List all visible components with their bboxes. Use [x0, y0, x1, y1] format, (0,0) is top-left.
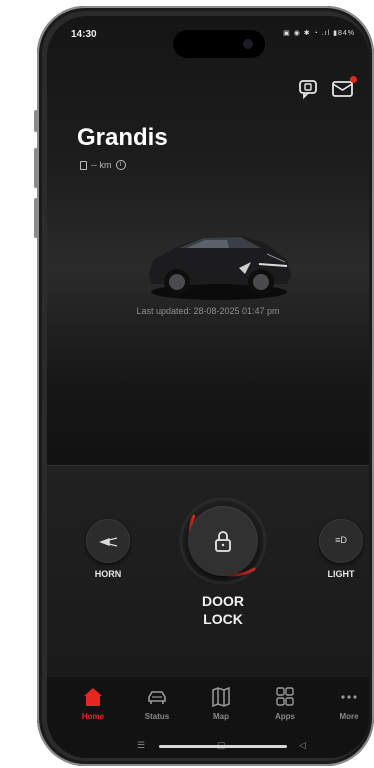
back-icon[interactable]: ◁: [299, 740, 306, 751]
action-button: [34, 110, 38, 132]
volume-down-button: [34, 198, 38, 238]
range-row: -- km i: [80, 160, 126, 170]
car-icon: [148, 691, 166, 704]
headlight-icon: ≡D: [335, 535, 347, 545]
nav-item-home[interactable]: Home: [65, 687, 121, 721]
home-icon: [84, 688, 102, 706]
bottom-nav: Home Status Map Apps More: [47, 677, 369, 737]
dynamic-island: [173, 30, 265, 58]
mail-icon[interactable]: [331, 76, 357, 100]
grid-icon: [276, 687, 294, 706]
nav-item-status[interactable]: Status: [129, 687, 185, 721]
nav-label-home: Home: [81, 712, 105, 721]
light-label: LIGHT: [327, 569, 355, 579]
nav-item-map[interactable]: Map: [193, 687, 249, 721]
lock-button-face: [188, 506, 258, 576]
volume-up-button: [34, 148, 38, 188]
nav-label-apps: Apps: [275, 712, 295, 721]
nav-label-more: More: [339, 712, 359, 721]
info-icon[interactable]: i: [115, 160, 126, 170]
range-value: -- km: [91, 160, 112, 170]
nav-item-apps[interactable]: Apps: [257, 687, 313, 721]
door-lock-label-line1: DOOR: [202, 593, 244, 609]
door-lock-button[interactable]: [178, 496, 268, 586]
nav-item-more[interactable]: More: [321, 687, 369, 721]
nav-label-status: Status: [144, 712, 170, 721]
vehicle-name: Grandis: [77, 124, 168, 151]
door-lock-label-line2: LOCK: [203, 611, 243, 627]
recents-icon[interactable]: ☰: [137, 740, 145, 751]
system-navigation: ☰ ▢ ◁: [47, 737, 369, 758]
horn-button[interactable]: [86, 519, 130, 563]
fuel-icon: [80, 160, 87, 170]
notification-dot: [350, 76, 357, 83]
horn-icon: [99, 537, 118, 547]
status-time: 14:30: [71, 29, 97, 40]
more-icon: [341, 695, 357, 699]
door-lock-label: DOOR LOCK: [178, 592, 268, 628]
horn-label: HORN: [94, 569, 122, 579]
camera-icon: [243, 39, 253, 49]
chat-icon[interactable]: [297, 78, 321, 100]
map-icon: [212, 687, 230, 707]
app-screen: 14:30 ▣ ◉ ✱ ◔ .ıl ▮84% Grandis -- km i L…: [47, 16, 369, 758]
car-image: [149, 236, 291, 300]
last-updated: Last updated: 28-08-2025 01:47 pm: [136, 306, 280, 316]
lock-icon: [215, 531, 231, 552]
home-indicator[interactable]: [159, 745, 287, 748]
nav-label-map: Map: [213, 712, 229, 721]
status-indicators: ▣ ◉ ✱ ◔ .ıl ▮84%: [283, 30, 355, 37]
status-bar: 14:30 ▣ ◉ ✱ ◔ .ıl ▮84%: [47, 16, 369, 58]
light-button[interactable]: ≡D: [319, 519, 363, 563]
